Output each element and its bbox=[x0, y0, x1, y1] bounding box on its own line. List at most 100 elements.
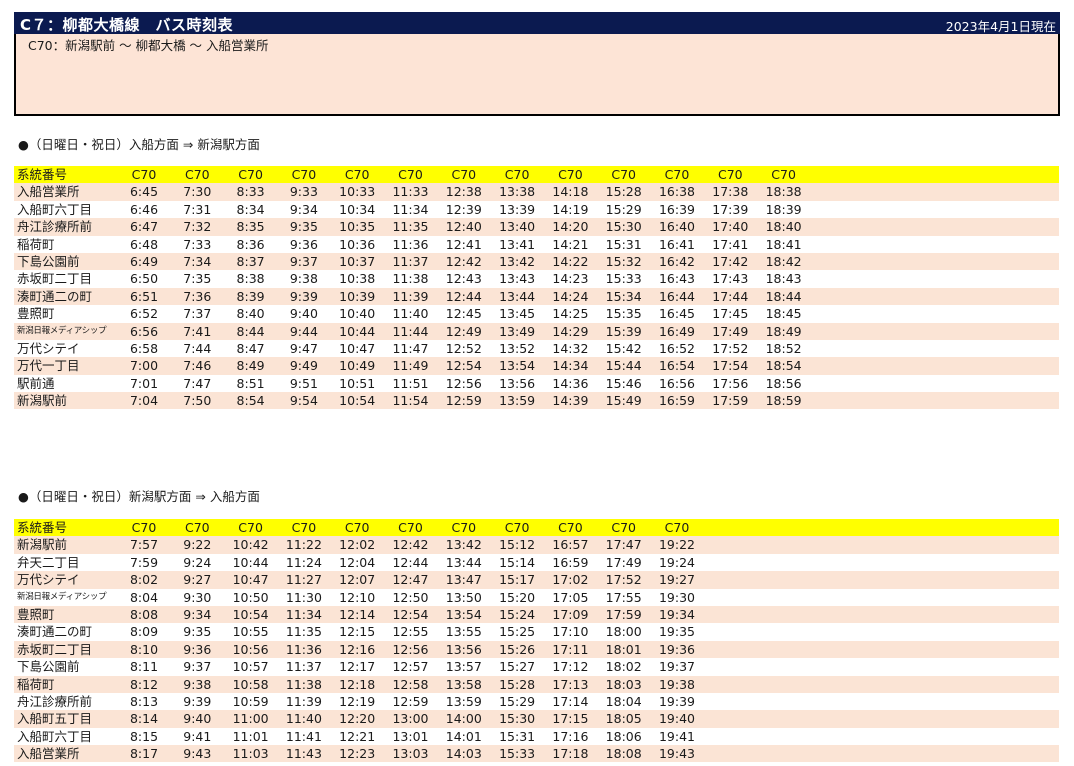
departure-time: 11:27 bbox=[285, 572, 322, 588]
departure-time: 11:34 bbox=[392, 201, 429, 217]
departure-time: 19:43 bbox=[658, 746, 696, 762]
departure-time: 8:47 bbox=[236, 340, 265, 356]
departure-time: 10:42 bbox=[232, 537, 269, 553]
route-number-label: 系統番号 bbox=[17, 167, 68, 182]
departure-time: 12:56 bbox=[392, 641, 429, 657]
departure-time: 13:55 bbox=[445, 624, 482, 640]
departure-time: 17:13 bbox=[552, 676, 589, 692]
departure-time: 15:49 bbox=[605, 393, 642, 409]
departure-time: 10:55 bbox=[232, 624, 269, 640]
stop-row: 稲荷町 8:12 9:38 10:58 11:38 12:18 12:58 13:58 15:2… bbox=[14, 675, 1059, 693]
departure-time: 12:39 bbox=[445, 201, 482, 217]
departure-time: 9:41 bbox=[183, 728, 212, 744]
stop-row: 万代シテイ 8:02 9:27 10:47 11:27 12:07 12:47 13:47 15… bbox=[14, 571, 1059, 589]
route-code-cell: C70 bbox=[131, 167, 157, 182]
departure-time: 12:57 bbox=[392, 659, 429, 675]
departure-time: 7:47 bbox=[183, 375, 212, 391]
departure-time: 11:01 bbox=[232, 728, 269, 744]
departure-time: 9:35 bbox=[289, 219, 318, 235]
departure-time: 6:50 bbox=[129, 271, 159, 287]
departure-time: 15:25 bbox=[499, 624, 536, 640]
timetable-outbound: 系統番号 C70 C70 C70 C70 C70 C70 C70 C70 C70 C70 C70 C70… bbox=[14, 166, 1059, 410]
departure-time: 15:31 bbox=[499, 728, 536, 744]
departure-time: 15:42 bbox=[605, 340, 642, 356]
departure-time: 13:56 bbox=[445, 641, 482, 657]
route-number-label: 系統番号 bbox=[17, 520, 68, 535]
departure-time: 12:19 bbox=[339, 693, 376, 709]
departure-time: 11:35 bbox=[392, 219, 429, 235]
stop-row: 万代シテイ 6:58 7:44 8:47 9:47 10:47 11:47 12:52 13:5… bbox=[14, 339, 1059, 358]
stop-name: 万代シテイ bbox=[17, 340, 80, 356]
departure-time: 13:00 bbox=[392, 711, 429, 727]
stop-name: 稲荷町 bbox=[17, 676, 55, 692]
departure-time: 11:22 bbox=[285, 537, 322, 553]
departure-time: 11:38 bbox=[285, 676, 322, 692]
departure-time: 17:02 bbox=[552, 572, 589, 588]
route-code-cell: C70 bbox=[184, 520, 210, 535]
departure-time: 7:30 bbox=[183, 184, 212, 200]
departure-time: 6:45 bbox=[129, 184, 159, 200]
departure-time: 12:14 bbox=[339, 606, 376, 622]
departure-time: 18:59 bbox=[765, 393, 802, 409]
departure-time: 7:35 bbox=[183, 271, 212, 287]
stop-row: 新潟日報メディアシップ 8:04 9:30 10:50 11:30 12:10 12:50 1… bbox=[14, 588, 1059, 606]
departure-time: 16:38 bbox=[658, 184, 696, 200]
departure-time: 11:41 bbox=[285, 728, 322, 744]
stop-name: 入船町五丁目 bbox=[17, 711, 93, 727]
departure-time: 10:50 bbox=[232, 589, 269, 605]
departure-time: 6:48 bbox=[129, 236, 159, 252]
departure-time: 10:44 bbox=[232, 554, 269, 570]
departure-time: 17:59 bbox=[605, 606, 642, 622]
departure-time: 14:20 bbox=[552, 219, 589, 235]
departure-time: 18:02 bbox=[605, 659, 642, 675]
title-bar: C７：柳都大橋線 バス時刻表 2023年4月1日現在 bbox=[14, 12, 1060, 34]
departure-time: 11:44 bbox=[392, 323, 429, 339]
departure-time: 18:41 bbox=[765, 236, 802, 252]
departure-time: 9:49 bbox=[289, 358, 318, 374]
departure-time: 14:39 bbox=[552, 393, 589, 409]
stop-row: 入船町五丁目 8:14 9:40 11:00 11:40 12:20 13:00 14:00 1… bbox=[14, 710, 1059, 728]
departure-time: 13:03 bbox=[392, 746, 429, 762]
departure-time: 19:27 bbox=[658, 572, 696, 588]
departure-time: 13:43 bbox=[499, 271, 536, 287]
departure-time: 6:56 bbox=[129, 323, 159, 339]
stop-name: 赤坂町二丁目 bbox=[17, 271, 93, 287]
departure-time: 9:37 bbox=[183, 659, 212, 675]
departure-time: 9:33 bbox=[289, 184, 318, 200]
departure-time: 18:42 bbox=[765, 253, 802, 269]
departure-time: 14:01 bbox=[445, 728, 482, 744]
departure-time: 8:40 bbox=[236, 306, 265, 322]
departure-time: 13:50 bbox=[445, 589, 482, 605]
departure-time: 9:36 bbox=[289, 236, 318, 252]
route-code-cell: C70 bbox=[238, 520, 263, 535]
departure-time: 7:50 bbox=[183, 393, 212, 409]
departure-time: 17:52 bbox=[605, 572, 642, 588]
departure-time: 11:51 bbox=[392, 375, 429, 391]
stop-name: 新潟駅前 bbox=[17, 537, 68, 553]
departure-time: 17:45 bbox=[712, 306, 749, 322]
stop-row: 舟江診療所前 8:13 9:39 10:59 11:39 12:19 12:59 13:59 1… bbox=[14, 692, 1059, 711]
stop-name: 新潟日報メディアシップ bbox=[17, 325, 107, 336]
departure-time: 8:02 bbox=[129, 572, 159, 588]
departure-time: 18:39 bbox=[765, 201, 802, 217]
section-title-inbound: ●（日曜日・祝日）新潟駅方面 ⇒ 入船方面 bbox=[18, 489, 260, 504]
departure-time: 13:59 bbox=[445, 693, 482, 709]
departure-time: 17:56 bbox=[712, 375, 749, 391]
departure-time: 12:16 bbox=[339, 641, 376, 657]
departure-time: 15:39 bbox=[605, 323, 642, 339]
departure-time: 15:20 bbox=[499, 589, 536, 605]
stop-name: 入船営業所 bbox=[17, 184, 80, 200]
departure-time: 9:39 bbox=[289, 288, 318, 304]
route-code-cell: C70 bbox=[558, 167, 583, 182]
departure-time: 6:49 bbox=[129, 253, 159, 269]
departure-time: 10:56 bbox=[232, 641, 269, 657]
stop-row: 湊町通二の町 6:51 7:36 8:39 9:39 10:39 11:39 12:44 13:… bbox=[14, 287, 1059, 306]
departure-time: 8:34 bbox=[236, 201, 265, 217]
departure-time: 15:34 bbox=[605, 288, 642, 304]
route-code-cell: C70 bbox=[398, 167, 423, 182]
departure-time: 8:38 bbox=[236, 271, 265, 287]
departure-time: 10:39 bbox=[339, 288, 376, 304]
departure-time: 17:52 bbox=[712, 340, 749, 356]
stop-name: 湊町通二の町 bbox=[17, 288, 93, 304]
departure-time: 13:41 bbox=[499, 236, 536, 252]
